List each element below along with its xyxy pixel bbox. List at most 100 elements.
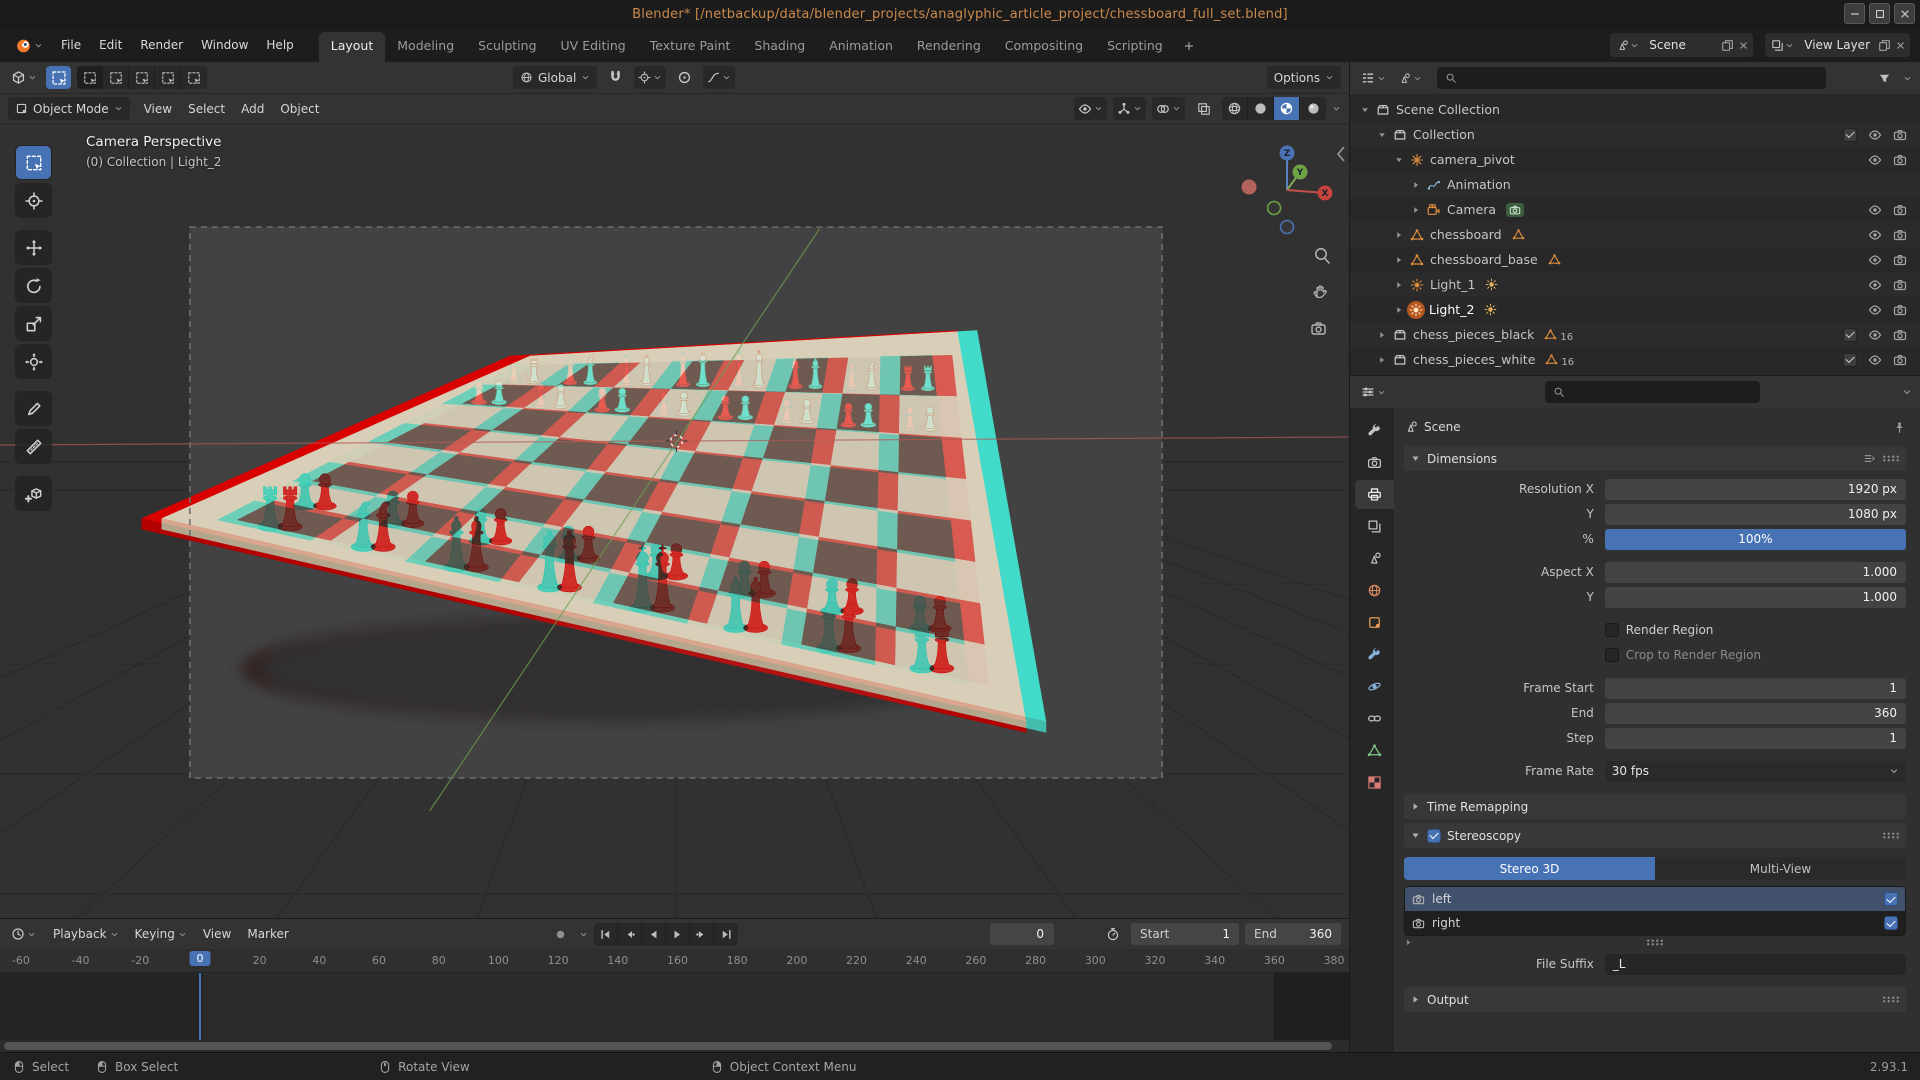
play-reverse-button[interactable] [642, 923, 666, 946]
display-mode-dropdown[interactable] [1395, 70, 1425, 87]
timeline-menu-keying[interactable]: Keying [127, 923, 195, 945]
disable-in-renders-toggle[interactable] [1887, 203, 1912, 217]
disclosure-closed-icon[interactable] [1407, 180, 1424, 190]
xray-toggle[interactable] [1191, 97, 1216, 120]
viewport-menu-add[interactable]: Add [233, 98, 272, 120]
outliner-row-chessboard-base[interactable]: chessboard_base [1350, 247, 1920, 272]
playhead[interactable] [199, 973, 201, 1040]
timeline-track-area[interactable] [0, 973, 1349, 1040]
menu-window[interactable]: Window [192, 33, 257, 57]
workspace-tab-sculpting[interactable]: Sculpting [466, 32, 548, 62]
snap-toggle-button[interactable] [603, 66, 628, 89]
editor-type-button[interactable] [8, 68, 40, 87]
workspace-tab-uv-editing[interactable]: UV Editing [549, 32, 638, 62]
timeline-scrollbar[interactable] [4, 1042, 1332, 1050]
active-tool-button[interactable] [46, 66, 71, 89]
frame-start-field[interactable]: 1 [1605, 678, 1906, 699]
properties-tab-physics[interactable] [1355, 672, 1394, 701]
collection-exclude-checkbox[interactable] [1837, 128, 1862, 142]
panel-expanded-icon[interactable] [1410, 453, 1421, 464]
aspect-x-field[interactable]: 1.000 [1605, 562, 1906, 583]
disclosure-open-icon[interactable] [1373, 130, 1390, 140]
proportional-editing-button[interactable] [672, 66, 697, 89]
select-mode-extend[interactable] [103, 66, 129, 89]
workspace-tab-scripting[interactable]: Scripting [1095, 32, 1175, 62]
presets-icon[interactable] [1863, 452, 1876, 465]
hide-in-viewport-toggle[interactable] [1862, 228, 1887, 242]
maximize-button[interactable] [1869, 3, 1890, 24]
properties-tab-constraints[interactable] [1355, 704, 1394, 733]
disable-in-renders-toggle[interactable] [1887, 353, 1912, 367]
view-row-left[interactable]: left [1405, 887, 1905, 911]
tool-move[interactable] [16, 231, 51, 264]
workspace-tab-rendering[interactable]: Rendering [905, 32, 993, 62]
shading-material-preview[interactable] [1274, 97, 1300, 120]
shading-options-chevron-icon[interactable] [1332, 104, 1341, 113]
workspace-tab-texture-paint[interactable]: Texture Paint [638, 32, 743, 62]
properties-tab-scene[interactable] [1355, 544, 1394, 573]
step-field[interactable]: 1 [1605, 728, 1906, 749]
use-preview-range-toggle[interactable] [1100, 923, 1125, 946]
disable-in-renders-toggle[interactable] [1887, 228, 1912, 242]
list-expand-icon[interactable] [1404, 938, 1413, 947]
transform-orientation-dropdown[interactable]: Global [513, 66, 597, 89]
auto-keying-toggle[interactable] [548, 923, 573, 946]
properties-tab-object-data[interactable] [1355, 736, 1394, 765]
disable-in-renders-toggle[interactable] [1887, 278, 1912, 292]
select-mode-intersect[interactable] [181, 66, 207, 89]
hide-in-viewport-toggle[interactable] [1862, 153, 1887, 167]
menu-edit[interactable]: Edit [90, 33, 131, 57]
keying-popover-chevron-icon[interactable] [579, 930, 588, 939]
options-dropdown[interactable]: Options [1267, 66, 1341, 89]
properties-tab-tool[interactable] [1355, 416, 1394, 445]
browse-view-layer-button[interactable] [1769, 39, 1796, 52]
editor-type-button[interactable] [1358, 383, 1389, 401]
select-mode-invert[interactable] [155, 66, 181, 89]
properties-options-chevron-icon[interactable] [1902, 387, 1912, 397]
crop-to-render-region-checkbox[interactable] [1605, 648, 1619, 662]
hide-in-viewport-toggle[interactable] [1862, 328, 1887, 342]
view-enabled-checkbox[interactable] [1884, 916, 1898, 930]
remove-view-layer-button[interactable] [1895, 40, 1906, 51]
resolution-x-field[interactable]: 1920 px [1605, 479, 1906, 500]
properties-tab-texture[interactable] [1355, 768, 1394, 797]
proportional-falloff-dropdown[interactable] [703, 66, 735, 89]
browse-scene-button[interactable] [1614, 39, 1641, 52]
mode-tab-multi-view[interactable]: Multi-View [1655, 857, 1906, 880]
y-field[interactable]: 1080 px [1605, 504, 1906, 525]
outliner-row-camera[interactable]: Camera [1350, 197, 1920, 222]
properties-tab-world[interactable] [1355, 576, 1394, 605]
outliner-row-scene-collection[interactable]: Scene Collection [1350, 97, 1920, 122]
new-scene-button[interactable] [1721, 39, 1734, 52]
properties-tab-modifiers[interactable] [1355, 640, 1394, 669]
play-button[interactable] [666, 923, 690, 946]
collection-exclude-checkbox[interactable] [1837, 353, 1862, 367]
overlays-dropdown[interactable] [1152, 97, 1185, 120]
menu-help[interactable]: Help [257, 33, 302, 57]
gizmos-dropdown[interactable] [1113, 97, 1146, 120]
outliner-row-light-2[interactable]: Light_2 [1350, 297, 1920, 322]
minimize-button[interactable] [1844, 3, 1865, 24]
hide-in-viewport-toggle[interactable] [1862, 303, 1887, 317]
disclosure-closed-icon[interactable] [1390, 255, 1407, 265]
menu-render[interactable]: Render [131, 33, 192, 57]
close-button[interactable] [1894, 3, 1915, 24]
outliner-row-chess-pieces-black[interactable]: chess_pieces_black16 [1350, 322, 1920, 347]
properties-tab-render[interactable] [1355, 448, 1394, 477]
disclosure-closed-icon[interactable] [1373, 355, 1390, 365]
disclosure-closed-icon[interactable] [1390, 280, 1407, 290]
workspace-tab-layout[interactable]: Layout [319, 32, 386, 62]
panel-collapsed-icon[interactable] [1410, 801, 1421, 812]
panel-drag-grip[interactable] [1882, 832, 1900, 839]
jump-to-start-button[interactable] [594, 923, 618, 946]
mode-tab-stereo-3d[interactable]: Stereo 3D [1404, 857, 1655, 880]
outliner-row-animation[interactable]: Animation [1350, 172, 1920, 197]
frame-rate-dropdown[interactable]: 30 fps [1605, 761, 1906, 782]
disclosure-closed-icon[interactable] [1390, 305, 1407, 315]
end-field[interactable]: 360 [1605, 703, 1906, 724]
disable-in-renders-toggle[interactable] [1887, 303, 1912, 317]
outliner-row-light-1[interactable]: Light_1 [1350, 272, 1920, 297]
mode-dropdown[interactable]: Object Mode [8, 97, 130, 120]
list-resize-grip[interactable] [1646, 939, 1664, 946]
collection-exclude-checkbox[interactable] [1837, 328, 1862, 342]
